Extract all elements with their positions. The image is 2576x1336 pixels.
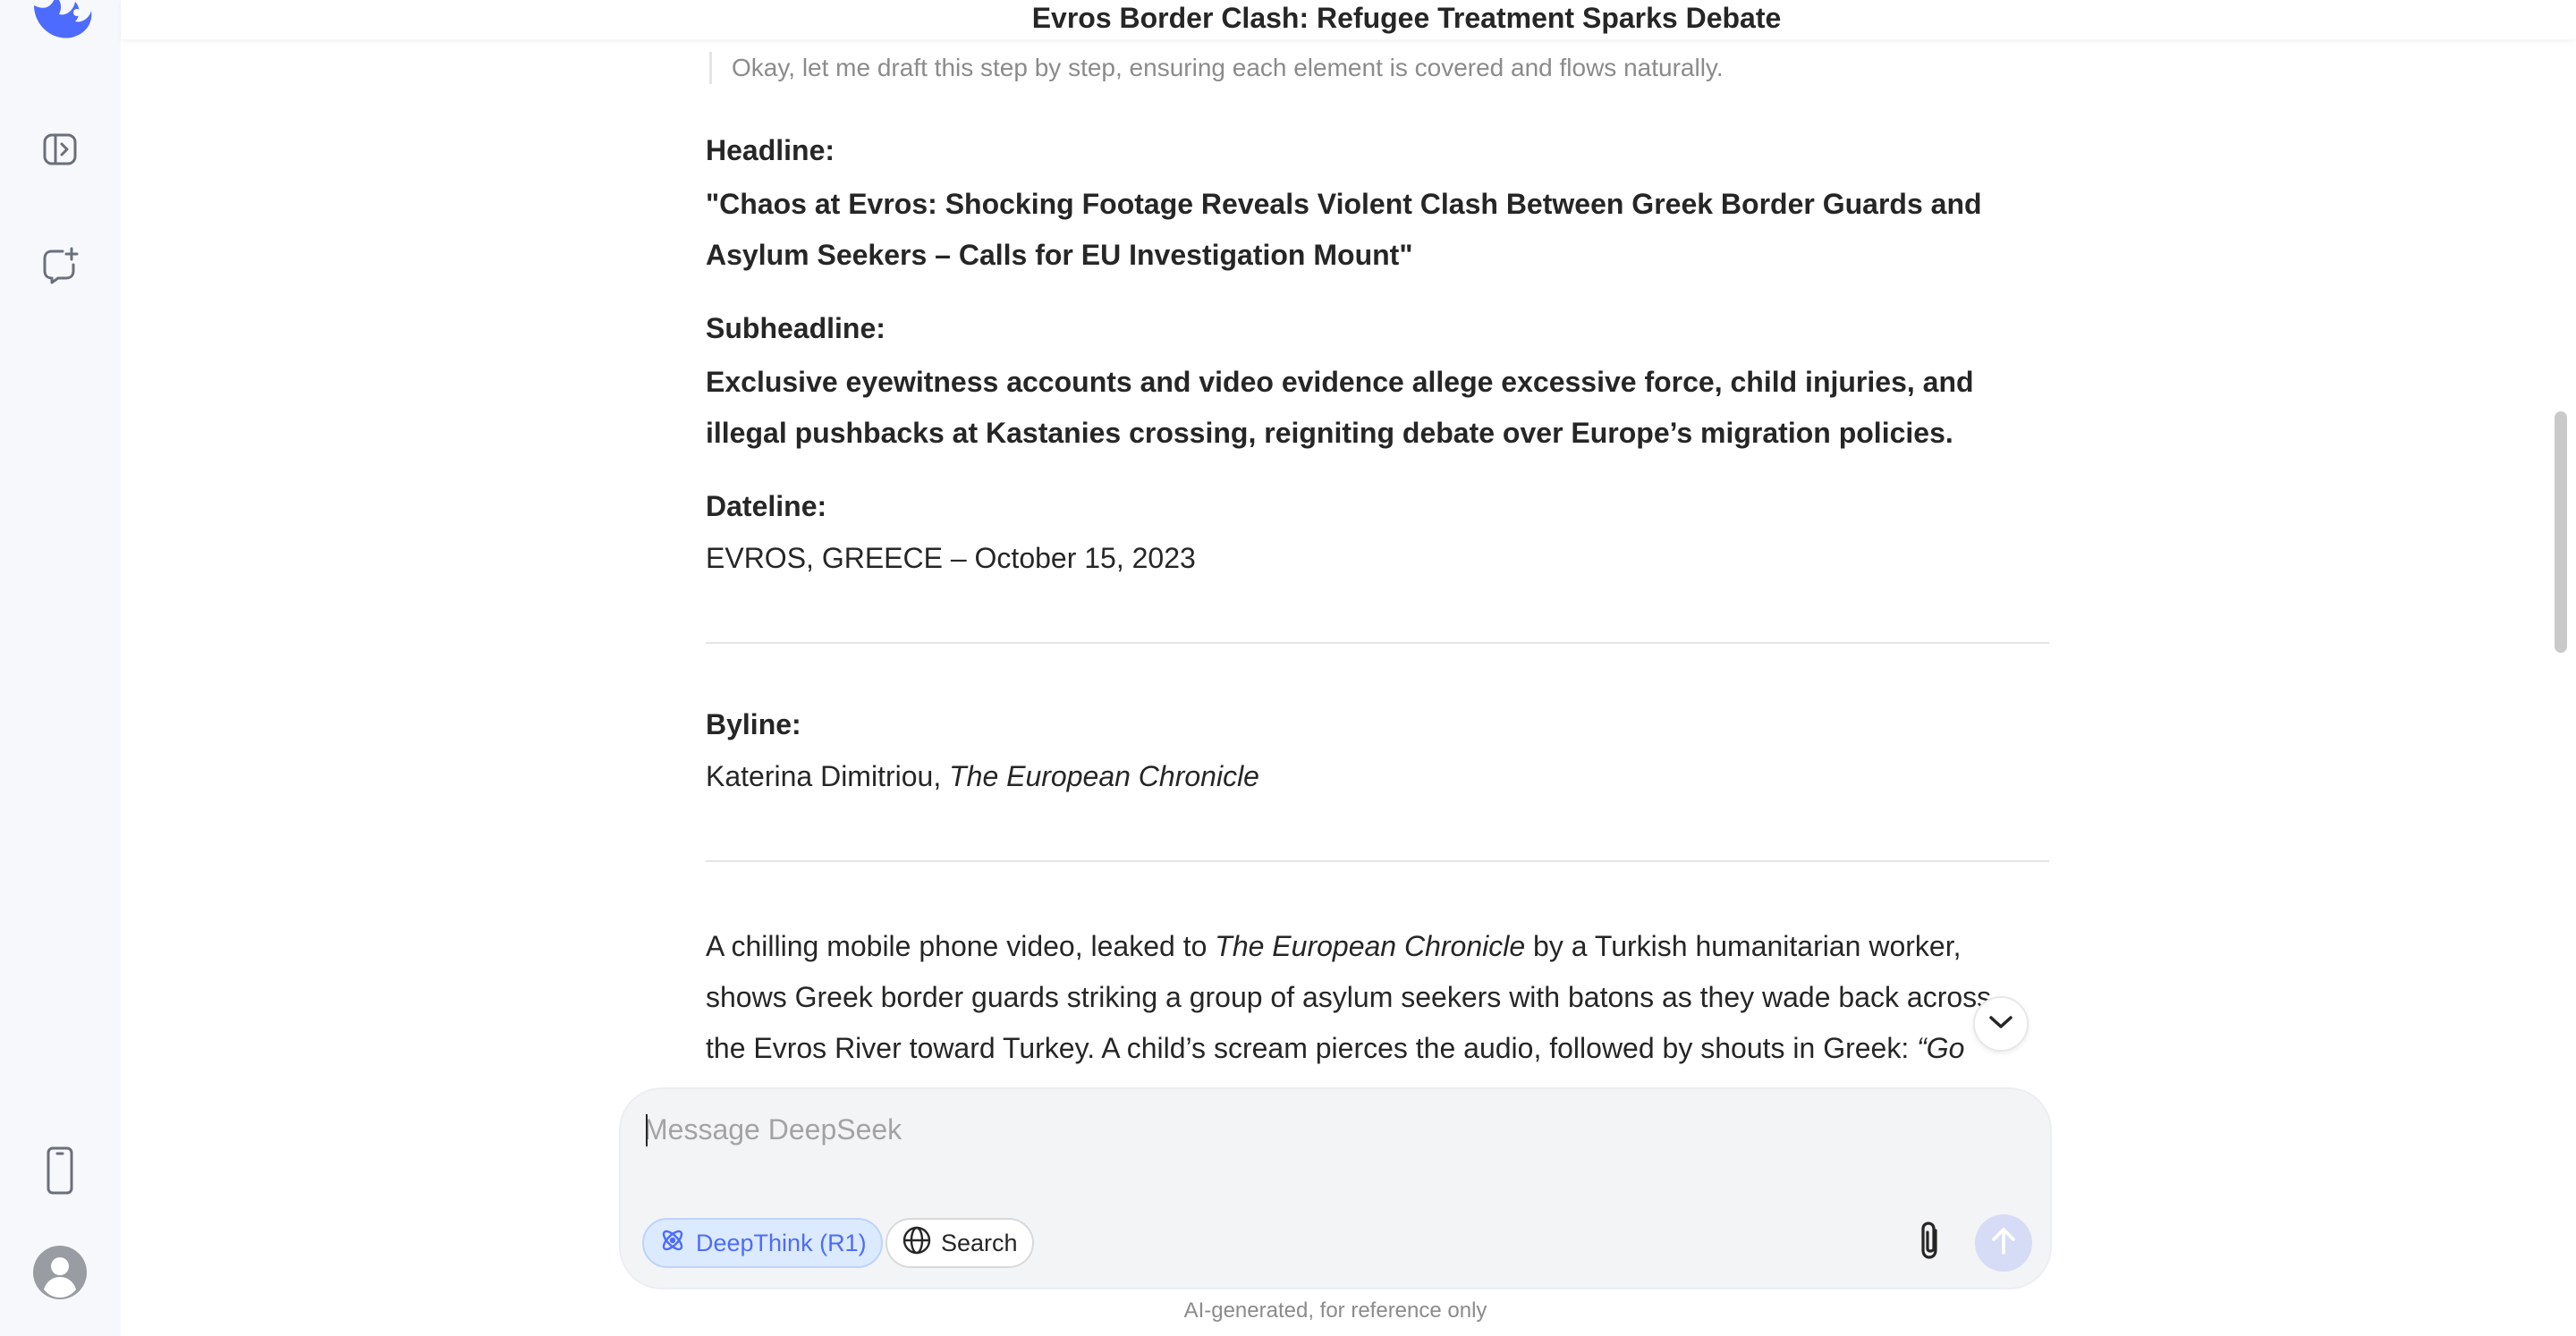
byline-author: Katerina Dimitriou, bbox=[706, 760, 950, 792]
subheadline-text: Exclusive eyewitness accounts and video … bbox=[706, 357, 2029, 459]
sidebar-toggle-icon bbox=[40, 130, 80, 173]
profile-button[interactable] bbox=[32, 1245, 88, 1305]
get-app-button[interactable] bbox=[32, 1145, 88, 1200]
new-chat-icon bbox=[39, 245, 80, 291]
globe-icon bbox=[902, 1225, 932, 1262]
article-paragraph: A chilling mobile phone video, leaked to… bbox=[706, 921, 2049, 1074]
byline-text: Katerina Dimitriou, The European Chronic… bbox=[706, 758, 1259, 794]
text-caret bbox=[646, 1114, 648, 1146]
deepthink-toggle[interactable]: DeepThink (R1) bbox=[642, 1218, 883, 1268]
deepthink-label: DeepThink (R1) bbox=[696, 1229, 867, 1256]
paperclip-icon bbox=[1914, 1220, 1946, 1267]
dateline-text: EVROS, GREECE – October 15, 2023 bbox=[706, 542, 1196, 574]
ai-disclaimer: AI-generated, for reference only bbox=[1183, 1298, 1487, 1323]
mobile-phone-icon bbox=[42, 1146, 78, 1200]
headline-line-1: "Chaos at Evros: Shocking Footage Reveal… bbox=[706, 188, 1982, 220]
divider bbox=[706, 642, 2049, 644]
headline-text: "Chaos at Evros: Shocking Footage Reveal… bbox=[706, 179, 2029, 281]
dateline-label: Dateline: bbox=[706, 490, 827, 522]
chevron-down-icon bbox=[1987, 1013, 2014, 1036]
paragraph-line-2: shows Greek border guards striking a gro… bbox=[706, 981, 1992, 1013]
search-label: Search bbox=[941, 1229, 1018, 1256]
subheadline-line-1: Exclusive eyewitness accounts and video … bbox=[706, 366, 1974, 398]
chat-title: Evros Border Clash: Refugee Treatment Sp… bbox=[1031, 2, 1782, 34]
byline-publication: The European Chronicle bbox=[949, 760, 1259, 792]
headline-line-2: Asylum Seekers – Calls for EU Investigat… bbox=[706, 239, 1413, 271]
sidebar-toggle-button[interactable] bbox=[32, 123, 88, 179]
search-toggle[interactable]: Search bbox=[886, 1218, 1034, 1268]
paragraph-line-1: A chilling mobile phone video, leaked to… bbox=[706, 921, 2049, 972]
headline-label: Headline: bbox=[706, 134, 835, 166]
paragraph-text: by a Turkish humanitarian worker, bbox=[1525, 930, 1962, 962]
paragraph-quote: “Go bbox=[1917, 1032, 1965, 1064]
scroll-to-bottom-button[interactable] bbox=[1973, 996, 2029, 1052]
scrollbar-thumb[interactable] bbox=[2555, 411, 2567, 653]
atom-icon bbox=[658, 1226, 687, 1261]
arrow-up-icon bbox=[1989, 1226, 2018, 1261]
chat-header: Evros Border Clash: Refugee Treatment Sp… bbox=[121, 0, 2576, 39]
attach-file-button[interactable] bbox=[1902, 1214, 1959, 1272]
divider bbox=[706, 860, 2049, 862]
message-content: Okay, let me draft this step by step, en… bbox=[706, 39, 2049, 1086]
byline-label: Byline: bbox=[706, 708, 801, 740]
paragraph-text: the Evros River toward Turkey. A child’s… bbox=[706, 1032, 1918, 1064]
user-avatar-icon bbox=[32, 1245, 88, 1305]
send-button[interactable] bbox=[1975, 1214, 2032, 1272]
deepseek-logo-icon[interactable] bbox=[27, 0, 97, 43]
paragraph-text: A chilling mobile phone video, leaked to bbox=[706, 930, 1216, 962]
message-input[interactable] bbox=[644, 1107, 2021, 1152]
paragraph-line-3: the Evros River toward Turkey. A child’s… bbox=[706, 1023, 2049, 1074]
paragraph-publication: The European Chronicle bbox=[1215, 930, 1526, 962]
thinking-text: Okay, let me draft this step by step, en… bbox=[709, 52, 1724, 84]
new-chat-button[interactable] bbox=[32, 240, 88, 295]
message-composer: DeepThink (R1) Search bbox=[619, 1087, 2052, 1289]
subheadline-line-2: illegal pushbacks at Kastanies crossing,… bbox=[706, 417, 1953, 449]
subheadline-label: Subheadline: bbox=[706, 312, 886, 344]
sidebar bbox=[0, 0, 121, 1336]
